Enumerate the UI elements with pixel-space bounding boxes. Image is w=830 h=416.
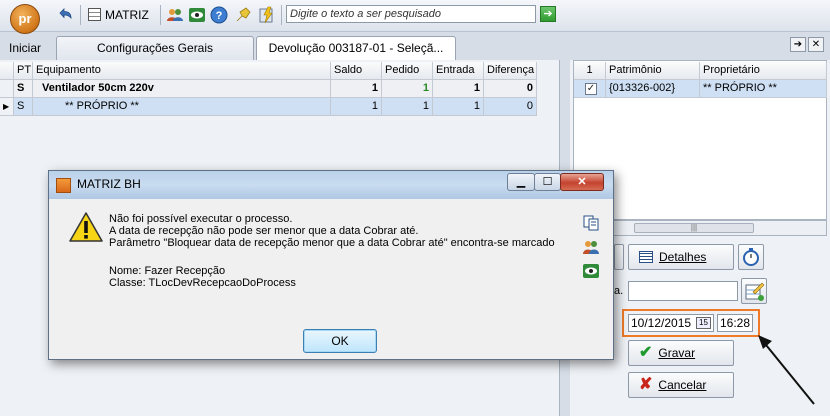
cell-pedido: 1: [382, 98, 433, 116]
toolbar-separator: [80, 5, 81, 25]
detalhes-label: Detalhes: [659, 250, 707, 264]
col-header-equipamento[interactable]: Equipamento: [33, 62, 331, 80]
ok-button[interactable]: OK: [303, 329, 377, 353]
col-header-entrada[interactable]: Entrada: [433, 62, 484, 80]
text-field[interactable]: [628, 281, 738, 301]
time-field[interactable]: 16:28: [717, 314, 753, 332]
detalhes-button[interactable]: Detalhes: [628, 244, 734, 270]
cell-pedido: 1: [382, 80, 433, 98]
dialog-titlebar[interactable]: MATRIZ BH ▁ ☐ ✕: [49, 171, 613, 199]
check-icon: ✔: [639, 344, 653, 361]
tab-next-icon[interactable]: ➔: [790, 37, 806, 52]
cancelar-button[interactable]: ✘ Cancelar: [628, 372, 734, 398]
scrollbar-thumb[interactable]: |||: [634, 223, 754, 233]
scroll-left-button[interactable]: [614, 244, 624, 270]
cell-entrada: 1: [433, 80, 484, 98]
cell-equipamento: Ventilador 50cm 220v: [33, 80, 331, 98]
timer-button[interactable]: [738, 244, 764, 270]
main-toolbar: MATRIZ ? Digite o texto a ser pesquisado…: [0, 0, 830, 32]
dialog-title: MATRIZ BH: [77, 177, 141, 191]
flash-icon[interactable]: [258, 6, 276, 24]
col-header-saldo[interactable]: Saldo: [331, 62, 382, 80]
cell-diferenca: 0: [484, 98, 537, 116]
tab-close-icon[interactable]: ✕: [808, 37, 824, 52]
col-header-check[interactable]: 1: [574, 62, 606, 80]
app-icon: [56, 178, 71, 193]
message-line-5: Classe: TLocDevRecepcaoDoProcess: [109, 277, 296, 289]
message-line-2: A data de recepção não pode ser menor qu…: [109, 225, 419, 237]
cell-pt: S: [14, 98, 33, 116]
col-header-pedido[interactable]: Pedido: [382, 62, 433, 80]
matriz-label: MATRIZ: [105, 8, 149, 22]
row-pointer-icon: ▶: [0, 98, 14, 116]
cell-proprietario: ** PRÓPRIO **: [700, 80, 827, 98]
search-go-icon[interactable]: ➔: [540, 6, 556, 22]
search-input[interactable]: Digite o texto a ser pesquisado: [286, 5, 536, 23]
edit-grid-button[interactable]: [741, 278, 767, 304]
table-icon: [639, 251, 653, 263]
toolbar-separator: [160, 5, 161, 25]
app-logo: pr: [10, 4, 40, 34]
users-icon[interactable]: [583, 239, 599, 255]
row-checkbox[interactable]: ✓: [574, 80, 606, 98]
cancel-x-icon: ✘: [639, 376, 653, 393]
help-icon[interactable]: ?: [210, 6, 228, 24]
iniciar-button[interactable]: pr Iniciar: [0, 0, 50, 58]
date-value: 10/12/2015: [631, 316, 692, 330]
users-icon[interactable]: [166, 6, 184, 24]
warning-icon: [69, 212, 103, 242]
maximize-button[interactable]: ☐: [534, 173, 561, 191]
cell-equipamento: ** PRÓPRIO **: [33, 98, 331, 116]
eye-icon[interactable]: [188, 6, 206, 24]
undo-icon[interactable]: [56, 6, 74, 24]
message-line-1: Não foi possível executar o processo.: [109, 213, 293, 225]
gravar-button[interactable]: ✔ Gravar: [628, 340, 734, 366]
svg-text:?: ?: [216, 10, 223, 22]
grid-icon: [88, 8, 101, 21]
gravar-label: Gravar: [658, 346, 696, 360]
col-header-proprietario[interactable]: Proprietário: [700, 62, 827, 80]
tab-devolucao[interactable]: Devolução 003187-01 - Seleçã...: [256, 36, 456, 61]
checkbox-checked-icon: ✓: [585, 83, 597, 95]
field-suffix-label: a.: [614, 285, 624, 297]
message-line-4: Nome: Fazer Recepção: [109, 265, 226, 277]
col-header-diferenca[interactable]: Diferença: [484, 62, 537, 80]
edit-sheet-icon: [745, 282, 765, 301]
date-field[interactable]: 10/12/2015 15: [628, 314, 714, 332]
matriz-button[interactable]: MATRIZ: [88, 5, 158, 25]
col-header-patrimonio[interactable]: Patrimônio: [606, 62, 700, 80]
dialog-body: Não foi possível executar o processo. A …: [53, 199, 609, 355]
cell-saldo: 1: [331, 98, 382, 116]
copy-icon[interactable]: [583, 215, 599, 231]
cell-pt: S: [14, 80, 33, 98]
eye-icon[interactable]: [583, 263, 599, 279]
col-header-pt[interactable]: PT: [14, 62, 33, 80]
cell-saldo: 1: [331, 80, 382, 98]
calendar-icon[interactable]: 15: [696, 317, 711, 329]
cell-diferenca: 0: [484, 80, 537, 98]
cell-patrimonio: {013326-002}: [606, 80, 700, 98]
minimize-button[interactable]: ▁: [507, 173, 535, 191]
stopwatch-icon: [743, 248, 759, 266]
iniciar-label: Iniciar: [8, 41, 41, 55]
cancelar-label: Cancelar: [658, 378, 707, 392]
error-dialog: MATRIZ BH ▁ ☐ ✕ Não foi possível executa…: [48, 170, 614, 360]
message-line-3: Parâmetro "Bloquear data de recepção men…: [109, 237, 555, 249]
tab-configuracoes-gerais[interactable]: Configurações Gerais: [56, 36, 254, 60]
row-indicator-header: [0, 62, 14, 80]
annotation-arrow: [758, 335, 815, 405]
toolbar-separator: [281, 5, 282, 25]
pin-icon[interactable]: [234, 6, 252, 24]
cell-entrada: 1: [433, 98, 484, 116]
row-indicator: [0, 80, 14, 98]
close-button[interactable]: ✕: [560, 173, 604, 191]
